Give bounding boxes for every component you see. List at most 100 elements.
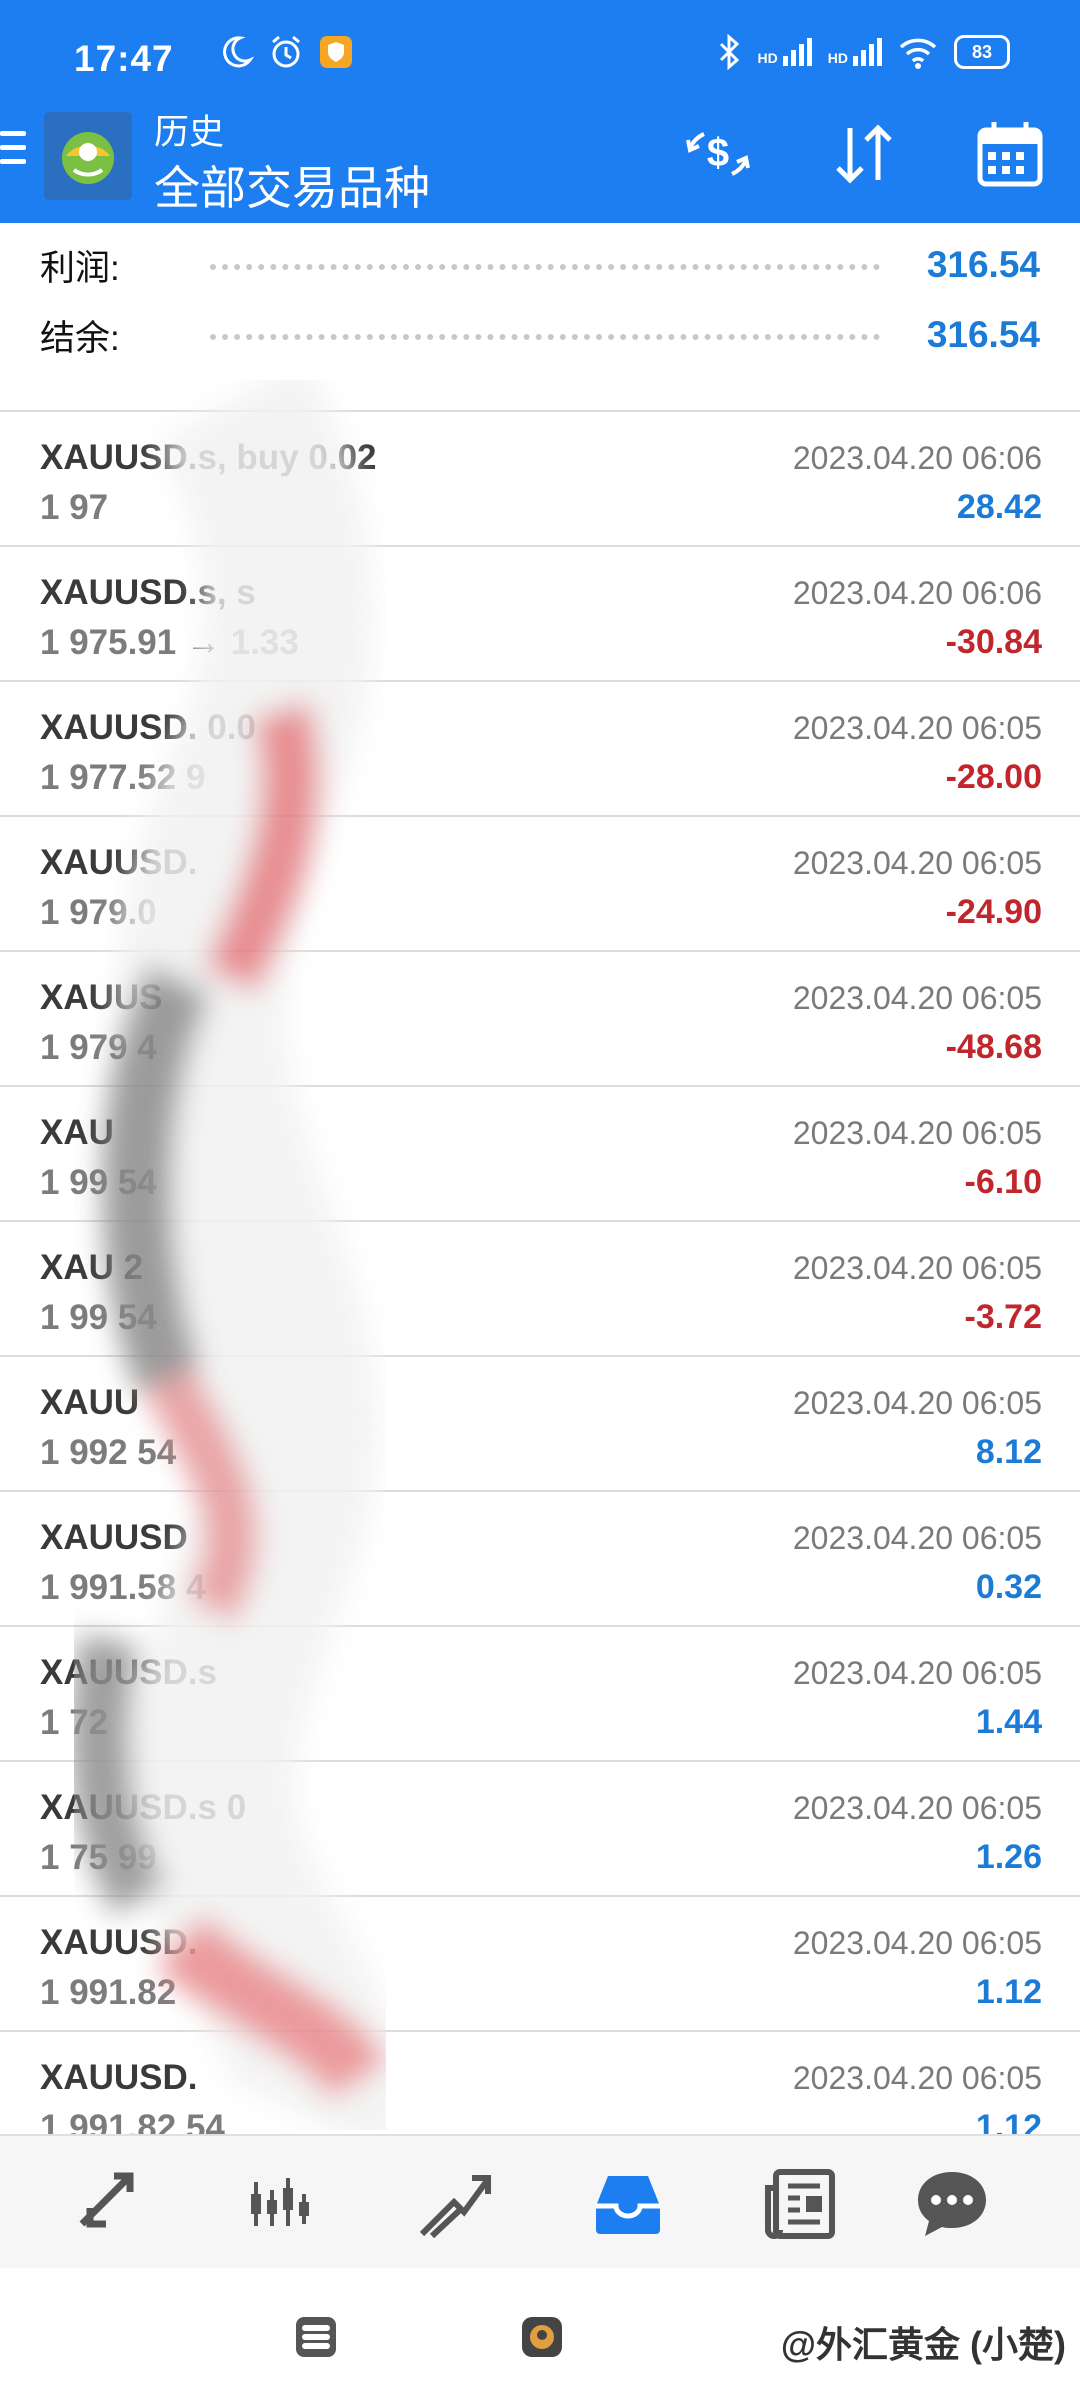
trade-datetime: 2023.04.20 06:05 xyxy=(792,1385,1042,1421)
trade-row[interactable]: XAUUSD. 1 979.0 2023.04.20 06:05 -24.90 xyxy=(0,817,1080,952)
trade-row[interactable]: XAUUSD.s 0 1 75 99 2023.04.20 06:05 1.26 xyxy=(0,1762,1080,1897)
trade-row[interactable]: XAUUSD 1 991.58 4 2023.04.20 06:05 0.32 xyxy=(0,1492,1080,1627)
trade-prices: 1 991.82 xyxy=(40,1973,177,2012)
profit-value: 316.54 xyxy=(926,244,1040,285)
trade-datetime: 2023.04.20 06:05 xyxy=(792,1925,1042,1961)
trade-datetime: 2023.04.20 06:05 xyxy=(792,1115,1042,1151)
trade-row[interactable]: XAUUSD.s, s 1 975.91 → 1.33 2023.04.20 06:… xyxy=(0,547,1080,682)
bluetooth-icon xyxy=(719,34,739,70)
trade-prices: 1 72 xyxy=(40,1703,109,1742)
trade-symbol: XAU 2 xyxy=(40,1248,144,1287)
trade-prices: 1 991.58 4 xyxy=(40,1568,206,1607)
trade-row[interactable]: XAUUSD. 1 991.82 2023.04.20 06:05 1.12 xyxy=(0,1897,1080,2032)
trade-history-list[interactable]: XAUUSD.s, buy 0.02 1 97 2023.04.20 06:06 28… xyxy=(0,412,1080,2134)
trade-prices: 1 99 54 xyxy=(40,1163,157,1202)
trade-prices: 1 991.82 54 xyxy=(40,2108,225,2134)
hd-label: HD xyxy=(757,50,778,66)
status-time: 17:47 xyxy=(74,38,174,79)
trade-row[interactable]: XAUUSD.s, buy 0.02 1 97 2023.04.20 06:06 28… xyxy=(0,412,1080,547)
trade-symbol: XAUUSD. xyxy=(40,1923,198,1962)
trade-row[interactable]: XAUUSD. 0.0 1 977.52 9 2023.04.20 06:05 -28… xyxy=(0,682,1080,817)
chart-icon[interactable] xyxy=(240,2164,320,2244)
shield-app-icon xyxy=(320,36,352,68)
quotes-icon[interactable] xyxy=(70,2164,150,2244)
trade-prices: 1 977.52 9 xyxy=(40,758,206,797)
hd-signal-icon: HD xyxy=(758,38,812,66)
trade-datetime: 2023.04.20 06:05 xyxy=(792,1790,1042,1826)
calendar-icon[interactable] xyxy=(974,118,1046,190)
summary-panel: 利润: 316.54 结余: 316.54 xyxy=(0,230,1080,370)
trade-symbol: XAU xyxy=(40,1113,114,1152)
app-shortcut-icon[interactable] xyxy=(518,2313,566,2361)
trade-profit: 1.12 xyxy=(975,1973,1042,2011)
trade-profit: 8.12 xyxy=(975,1433,1042,1471)
trade-datetime: 2023.04.20 06:05 xyxy=(792,980,1042,1016)
trade-symbol: XAUUSD. xyxy=(40,843,198,882)
trade-symbol: XAUUSD.s, s xyxy=(40,573,256,612)
trade-symbol: XAUUSD.s, buy 0.02 xyxy=(40,438,377,477)
trade-symbol: XAUUSD.s 0 xyxy=(40,1788,247,1827)
trade-symbol: XAUUSD.s xyxy=(40,1653,217,1692)
trade-prices: 1 979 4 xyxy=(40,1028,157,1067)
svg-text:$: $ xyxy=(707,131,729,175)
trade-prices: 1 97 xyxy=(40,488,109,527)
trade-profit: 1.26 xyxy=(975,1838,1042,1876)
alarm-icon xyxy=(272,35,300,68)
trade-row[interactable]: XAUUSD. 1 991.82 54 2023.04.20 06:05 1.12 xyxy=(0,2032,1080,2134)
trade-row[interactable]: XAUUS 1 979 4 2023.04.20 06:05 -48.68 xyxy=(0,952,1080,1087)
hd-label: HD xyxy=(827,50,848,66)
trade-profit: 1.44 xyxy=(975,1703,1042,1741)
trade-icon[interactable] xyxy=(414,2164,494,2244)
trade-profit: 1.12 xyxy=(975,2108,1042,2134)
trade-datetime: 2023.04.20 06:06 xyxy=(792,575,1042,611)
trade-prices: 1 975.91 → 1.33 xyxy=(40,623,299,662)
battery-level: 83 xyxy=(971,41,993,62)
screen-title: 历史 xyxy=(154,113,225,152)
trade-symbol: XAUUSD. 0.0 xyxy=(40,708,256,747)
trade-profit: -24.90 xyxy=(945,893,1042,931)
trade-profit: 28.42 xyxy=(956,488,1042,526)
trade-datetime: 2023.04.20 06:05 xyxy=(792,710,1042,746)
trade-datetime: 2023.04.20 06:06 xyxy=(792,440,1042,476)
hd-signal-icon: HD xyxy=(828,38,882,66)
balance-row: 结余: 316.54 xyxy=(0,300,1080,370)
trade-profit: -28.00 xyxy=(945,758,1042,796)
balance-value: 316.54 xyxy=(926,314,1040,355)
history-icon[interactable] xyxy=(588,2164,668,2244)
trade-row[interactable]: XAUU 1 992 54 2023.04.20 06:05 8.12 xyxy=(0,1357,1080,1492)
trade-symbol: XAUU xyxy=(40,1383,140,1422)
trade-row[interactable]: XAU 1 99 54 2023.04.20 06:05 -6.10 xyxy=(0,1087,1080,1222)
trade-row[interactable]: XAU 2 1 99 54 2023.04.20 06:05 -3.72 xyxy=(0,1222,1080,1357)
hamburger-menu-icon[interactable] xyxy=(0,131,26,173)
watermark-text: @外汇黄金 (小楚) xyxy=(780,2324,1066,2365)
app-bar: 17:47 HD HD 83 历史 全部交易品种 $ xyxy=(0,0,1080,223)
stack-app-icon[interactable] xyxy=(292,2313,340,2361)
trade-prices: 1 75 99 xyxy=(40,1838,157,1877)
profit-label: 利润: xyxy=(40,248,120,288)
system-nav-bar: @外汇黄金 (小楚) xyxy=(0,2268,1080,2400)
dotted-leader xyxy=(210,264,880,270)
trade-datetime: 2023.04.20 06:05 xyxy=(792,1655,1042,1691)
trade-symbol: XAUUSD. xyxy=(40,2058,198,2097)
wifi-icon xyxy=(899,38,937,69)
trade-profit: -48.68 xyxy=(945,1028,1042,1066)
battery-icon: 83 xyxy=(954,35,1010,69)
chat-icon[interactable] xyxy=(912,2164,992,2244)
trade-datetime: 2023.04.20 06:05 xyxy=(792,1520,1042,1556)
trade-row[interactable]: XAUUSD.s 1 72 2023.04.20 06:05 1.44 xyxy=(0,1627,1080,1762)
trade-profit: -6.10 xyxy=(964,1163,1043,1201)
symbol-filter[interactable]: 全部交易品种 xyxy=(154,152,430,218)
status-bar: 17:47 HD HD 83 xyxy=(0,0,1080,112)
trade-profit: -3.72 xyxy=(964,1298,1043,1336)
trade-symbol: XAUUS xyxy=(40,978,163,1017)
trade-prices: 1 992 54 xyxy=(40,1433,177,1472)
sort-icon[interactable] xyxy=(828,118,900,190)
trade-symbol: XAUUSD xyxy=(40,1518,188,1557)
trade-datetime: 2023.04.20 06:05 xyxy=(792,2060,1042,2096)
dotted-leader xyxy=(210,334,880,340)
currency-exchange-icon[interactable]: $ xyxy=(682,118,754,190)
trade-prices: 1 99 54 xyxy=(40,1298,157,1337)
news-icon[interactable] xyxy=(762,2164,842,2244)
trade-prices: 1 979.0 xyxy=(40,893,157,932)
trade-datetime: 2023.04.20 06:05 xyxy=(792,845,1042,881)
